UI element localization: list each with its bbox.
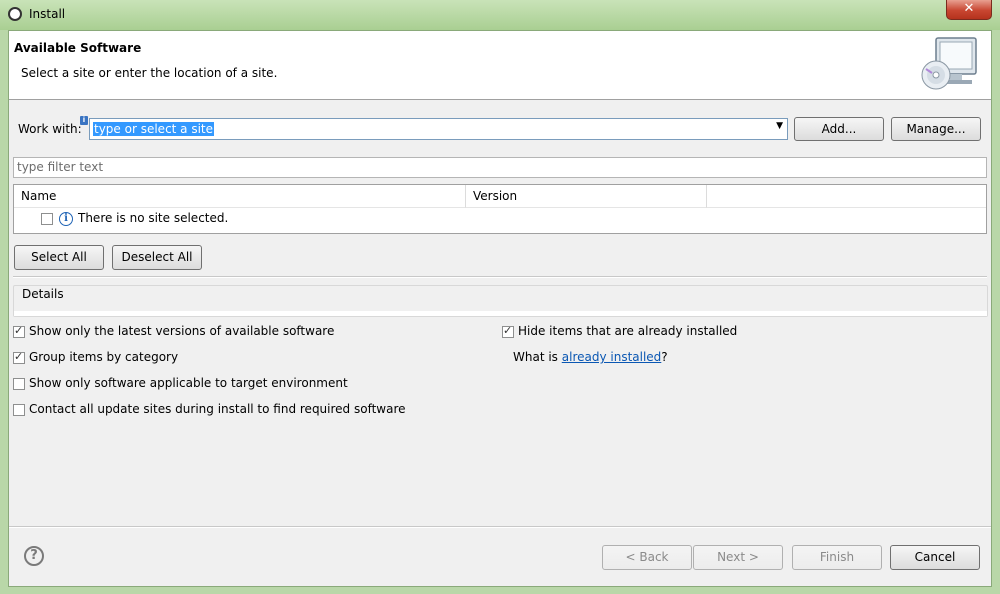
manage-button[interactable]: Manage... [891,117,981,141]
page-title: Available Software [14,41,142,55]
what-is-installed-text: What is already installed? [513,350,668,364]
show-latest-checkbox[interactable] [13,324,25,338]
footer-separator [9,526,991,528]
close-button[interactable]: ✕ [946,0,992,20]
info-icon: i [59,212,73,226]
finish-button[interactable]: Finish [792,545,882,570]
eclipse-icon [8,7,22,21]
window-title: Install [29,7,66,21]
column-header-name[interactable]: Name [14,185,466,208]
page-message: Select a site or enter the location of a… [21,66,278,80]
row-checkbox[interactable] [41,213,53,225]
row-name: There is no site selected. [78,211,229,225]
table-row[interactable]: i There is no site selected. [14,208,986,230]
filter-placeholder: type filter text [17,160,104,174]
hide-installed-checkbox[interactable] [502,324,514,338]
group-by-category-label: Group items by category [29,350,179,364]
hide-installed-option[interactable]: Hide items that are already installed [502,324,982,340]
title-bar [0,0,1000,30]
help-icon[interactable]: ? [24,546,44,566]
show-applicable-option[interactable]: Show only software applicable to target … [13,376,493,392]
work-with-label: Work with: [18,122,82,136]
show-latest-option[interactable]: Show only the latest versions of availab… [13,324,493,340]
column-header-version[interactable]: Version [466,185,707,208]
work-with-combo[interactable]: type or select a site ▼ [89,118,788,140]
contact-all-sites-option[interactable]: Contact all update sites during install … [13,402,493,418]
dropdown-arrow-icon[interactable]: ▼ [776,121,783,131]
group-by-category-checkbox[interactable] [13,350,25,364]
cancel-button[interactable]: Cancel [890,545,980,570]
details-label: Details [20,287,66,301]
next-button[interactable]: Next > [693,545,783,570]
content-assist-icon: i [80,116,88,125]
group-by-category-option[interactable]: Group items by category [13,350,493,366]
already-installed-link[interactable]: already installed [562,350,662,364]
separator [13,276,987,278]
column-header-filler [707,185,986,208]
contact-all-sites-label: Contact all update sites during install … [29,402,406,416]
deselect-all-button[interactable]: Deselect All [112,245,202,270]
filter-input[interactable]: type filter text [13,157,987,178]
select-all-button[interactable]: Select All [14,245,104,270]
back-button[interactable]: < Back [602,545,692,570]
contact-all-sites-checkbox[interactable] [13,404,25,416]
show-applicable-checkbox[interactable] [13,378,25,390]
show-applicable-label: Show only software applicable to target … [29,376,348,390]
hide-installed-label: Hide items that are already installed [518,324,738,338]
details-text-area[interactable] [14,311,987,316]
software-table[interactable]: Name Version i There is no site selected… [13,184,987,234]
add-button[interactable]: Add... [794,117,884,141]
monitor-cd-icon [918,35,980,93]
show-latest-label: Show only the latest versions of availab… [29,324,335,338]
work-with-value[interactable]: type or select a site [93,122,215,136]
